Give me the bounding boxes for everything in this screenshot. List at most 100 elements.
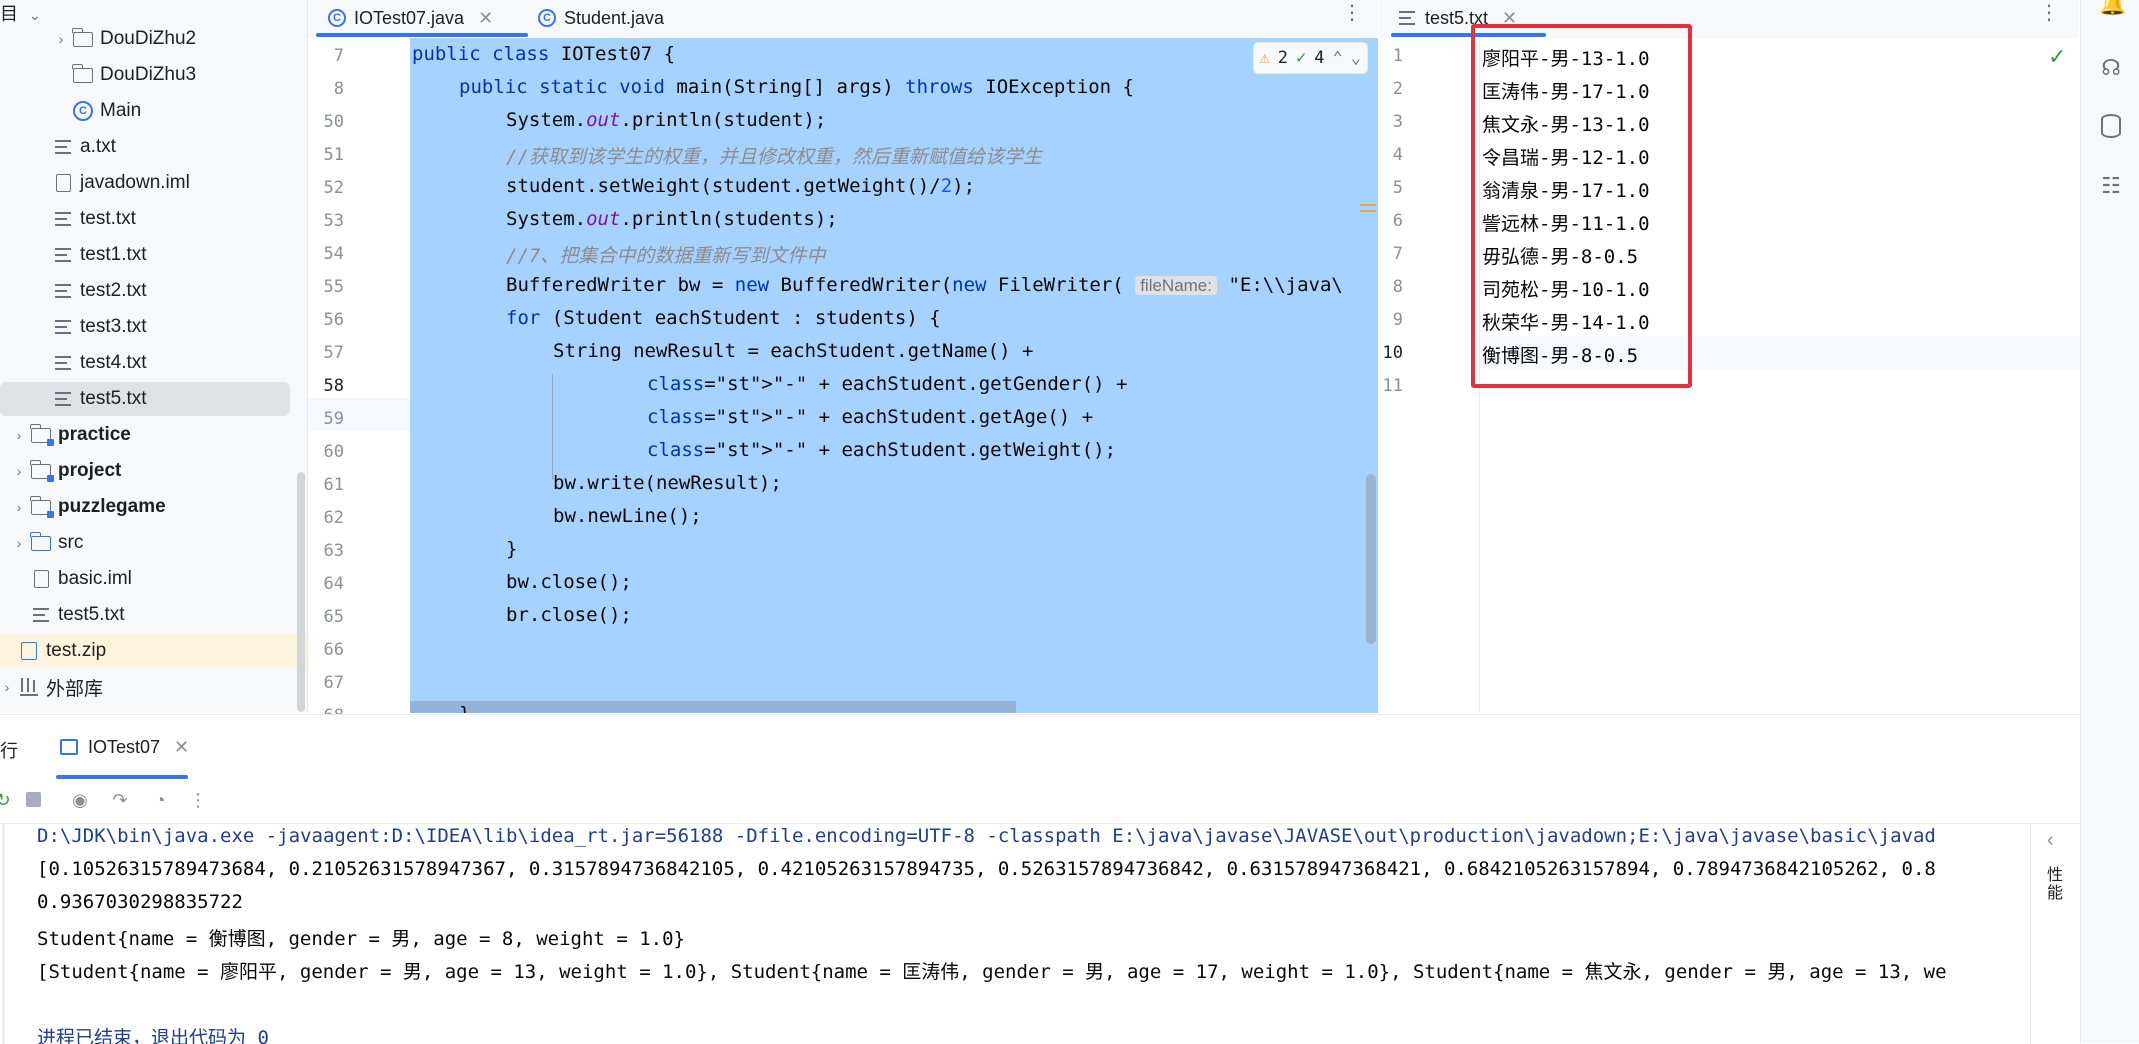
tree-item-test-txt[interactable]: test.txt bbox=[0, 202, 295, 236]
code-line: class="st">"-" + eachStudent.getWeight()… bbox=[647, 439, 1117, 461]
code-line: } bbox=[459, 703, 470, 713]
chevron-right-icon[interactable]: › bbox=[54, 31, 68, 47]
code-line: bw.newLine(); bbox=[553, 505, 702, 527]
console-line: 进程已结束，退出代码为 0 bbox=[37, 1027, 269, 1044]
line-number: 3 bbox=[1392, 112, 1403, 132]
tree-item-puzzlegame[interactable]: › puzzlegame bbox=[0, 490, 295, 524]
line-number: 59 bbox=[323, 409, 344, 429]
tree-item-main[interactable]: C Main bbox=[0, 94, 295, 128]
tree-item-test3-txt[interactable]: test3.txt bbox=[0, 310, 295, 344]
tree-item-label: test.txt bbox=[80, 208, 136, 229]
close-icon[interactable]: ✕ bbox=[174, 737, 189, 758]
tree-item-doudizhu2[interactable]: › DouDiZhu2 bbox=[0, 22, 295, 56]
camera-icon[interactable]: ◉ bbox=[69, 789, 91, 811]
tree-item-test1-txt[interactable]: test1.txt bbox=[0, 238, 295, 272]
code-line: System.out.println(student); bbox=[506, 109, 827, 131]
tree-item-label: 外部库 bbox=[46, 678, 104, 700]
code-editor[interactable]: ⚠ 2 ✓ 4 ⌃ ⌄ public class IOTest07 {publi… bbox=[410, 38, 1378, 713]
warning-icon: ⚠ bbox=[1259, 48, 1270, 68]
tree-item-label: test1.txt bbox=[80, 244, 147, 265]
tree-item-label: puzzlegame bbox=[58, 496, 166, 517]
tree-item-practice[interactable]: › practice bbox=[0, 418, 295, 452]
line-number: 2 bbox=[1392, 79, 1403, 99]
chevron-up-icon[interactable]: ⌃ bbox=[1333, 48, 1343, 68]
tree-item-test2-txt[interactable]: test2.txt bbox=[0, 274, 295, 308]
tree-item-label: DouDiZhu3 bbox=[100, 64, 197, 85]
stop-icon[interactable] bbox=[22, 789, 44, 811]
line-number: 57 bbox=[323, 343, 344, 363]
tree-item-project[interactable]: › project bbox=[0, 454, 295, 488]
project-panel-header[interactable]: 目 ⌄ bbox=[0, 0, 41, 24]
run-tab-label: IOTest07 bbox=[88, 736, 161, 757]
line-number: 5 bbox=[1392, 178, 1403, 198]
more-options-icon[interactable]: ⋮ bbox=[1342, 0, 1362, 25]
tree-item-basic-iml[interactable]: basic.iml bbox=[0, 562, 295, 596]
class-icon: C bbox=[72, 100, 94, 122]
line-number: 67 bbox=[323, 673, 344, 693]
tree-item-test5-txt[interactable]: test5.txt bbox=[0, 598, 295, 632]
chevron-right-icon[interactable]: › bbox=[0, 679, 14, 695]
line-number: 54 bbox=[323, 244, 344, 264]
module-folder-icon bbox=[30, 495, 54, 518]
tree-item-a-txt[interactable]: a.txt bbox=[0, 130, 295, 164]
rerun-icon[interactable]: ↻ bbox=[0, 789, 14, 811]
tree-item-label: basic.iml bbox=[58, 568, 132, 589]
chevron-right-icon[interactable]: › bbox=[12, 535, 26, 551]
editor-horizontal-scrollbar[interactable] bbox=[410, 701, 1016, 713]
text-file-icon bbox=[1399, 11, 1415, 25]
code-line: for (Student eachStudent : students) { bbox=[506, 307, 941, 329]
class-icon: C bbox=[328, 9, 346, 27]
run-toolbar: ↻ ◉ ↷ ◔ ⋮ bbox=[0, 779, 2080, 824]
chevron-right-icon[interactable]: › bbox=[12, 427, 26, 443]
line-number: 65 bbox=[323, 607, 344, 627]
module-folder-icon bbox=[30, 423, 54, 446]
tab-student[interactable]: C Student.java bbox=[538, 0, 664, 36]
notifications-bell-icon[interactable]: 🔔 bbox=[2099, 0, 2126, 16]
chevron-right-icon[interactable]: › bbox=[12, 463, 26, 479]
close-icon[interactable]: ✕ bbox=[478, 8, 493, 29]
console-icon bbox=[60, 739, 78, 755]
more-options-icon[interactable]: ⋮ bbox=[187, 789, 209, 811]
tree-item--[interactable]: › 外部库 bbox=[0, 670, 295, 704]
active-tab-indicator bbox=[316, 33, 528, 37]
database-icon[interactable] bbox=[2099, 114, 2123, 138]
project-tree-panel: 目 ⌄ › DouDiZhu2 DouDiZhu3 C Main a.txt javadow… bbox=[0, 0, 308, 713]
line-number: 51 bbox=[323, 145, 344, 165]
folder-icon bbox=[72, 27, 94, 50]
line-number: 9 bbox=[1392, 310, 1403, 330]
more-options-icon[interactable]: ⋮ bbox=[2039, 0, 2059, 25]
tree-item-label: test5.txt bbox=[80, 388, 147, 409]
editor-vertical-scrollbar[interactable] bbox=[1366, 474, 1376, 644]
tree-item-test4-txt[interactable]: test4.txt bbox=[0, 346, 295, 380]
tree-item-javadown-iml[interactable]: javadown.iml bbox=[0, 166, 295, 200]
chevron-down-icon[interactable]: ⌄ bbox=[1351, 48, 1361, 68]
ai-assistant-icon[interactable]: ☊ bbox=[2099, 56, 2123, 80]
profiler-gauge-icon[interactable]: ◔ bbox=[149, 789, 171, 811]
indent-guide bbox=[552, 374, 553, 480]
project-scrollbar[interactable] bbox=[297, 472, 305, 712]
line-number: 58 bbox=[323, 376, 344, 396]
code-line: bw.close(); bbox=[506, 571, 632, 593]
tree-item-label: test2.txt bbox=[80, 280, 147, 301]
tree-item-test-zip[interactable]: test.zip bbox=[0, 634, 307, 668]
text-file-icon bbox=[52, 316, 74, 338]
structure-icon[interactable]: ☷ bbox=[2099, 174, 2123, 198]
run-tab-iotest07[interactable]: IOTest07 ✕ bbox=[60, 729, 189, 765]
tree-item-doudizhu3[interactable]: DouDiZhu3 bbox=[0, 58, 295, 92]
chevron-right-icon[interactable]: › bbox=[12, 499, 26, 515]
code-line: br.close(); bbox=[506, 604, 632, 626]
line-number: 50 bbox=[323, 112, 344, 132]
chevron-left-icon[interactable]: ‹ bbox=[2047, 829, 2054, 852]
tab-iotest07[interactable]: C IOTest07.java ✕ bbox=[328, 0, 493, 36]
console-output[interactable]: D:\JDK\bin\java.exe -javaagent:D:\IDEA\l… bbox=[0, 823, 2030, 1044]
performance-label[interactable]: 性能 bbox=[2047, 867, 2065, 903]
tree-item-src[interactable]: › src bbox=[0, 526, 295, 560]
restore-layout-icon[interactable]: ↷ bbox=[109, 789, 131, 811]
inspection-widget[interactable]: ⚠ 2 ✓ 4 ⌃ ⌄ bbox=[1252, 42, 1368, 74]
tree-item-test5-txt[interactable]: test5.txt bbox=[0, 382, 290, 416]
chevron-down-icon[interactable]: ⌄ bbox=[29, 7, 41, 23]
line-number: 7 bbox=[1392, 244, 1403, 264]
check-count: 4 bbox=[1314, 48, 1325, 68]
line-number: 8 bbox=[1392, 277, 1403, 297]
tab-label: IOTest07.java bbox=[354, 7, 465, 28]
